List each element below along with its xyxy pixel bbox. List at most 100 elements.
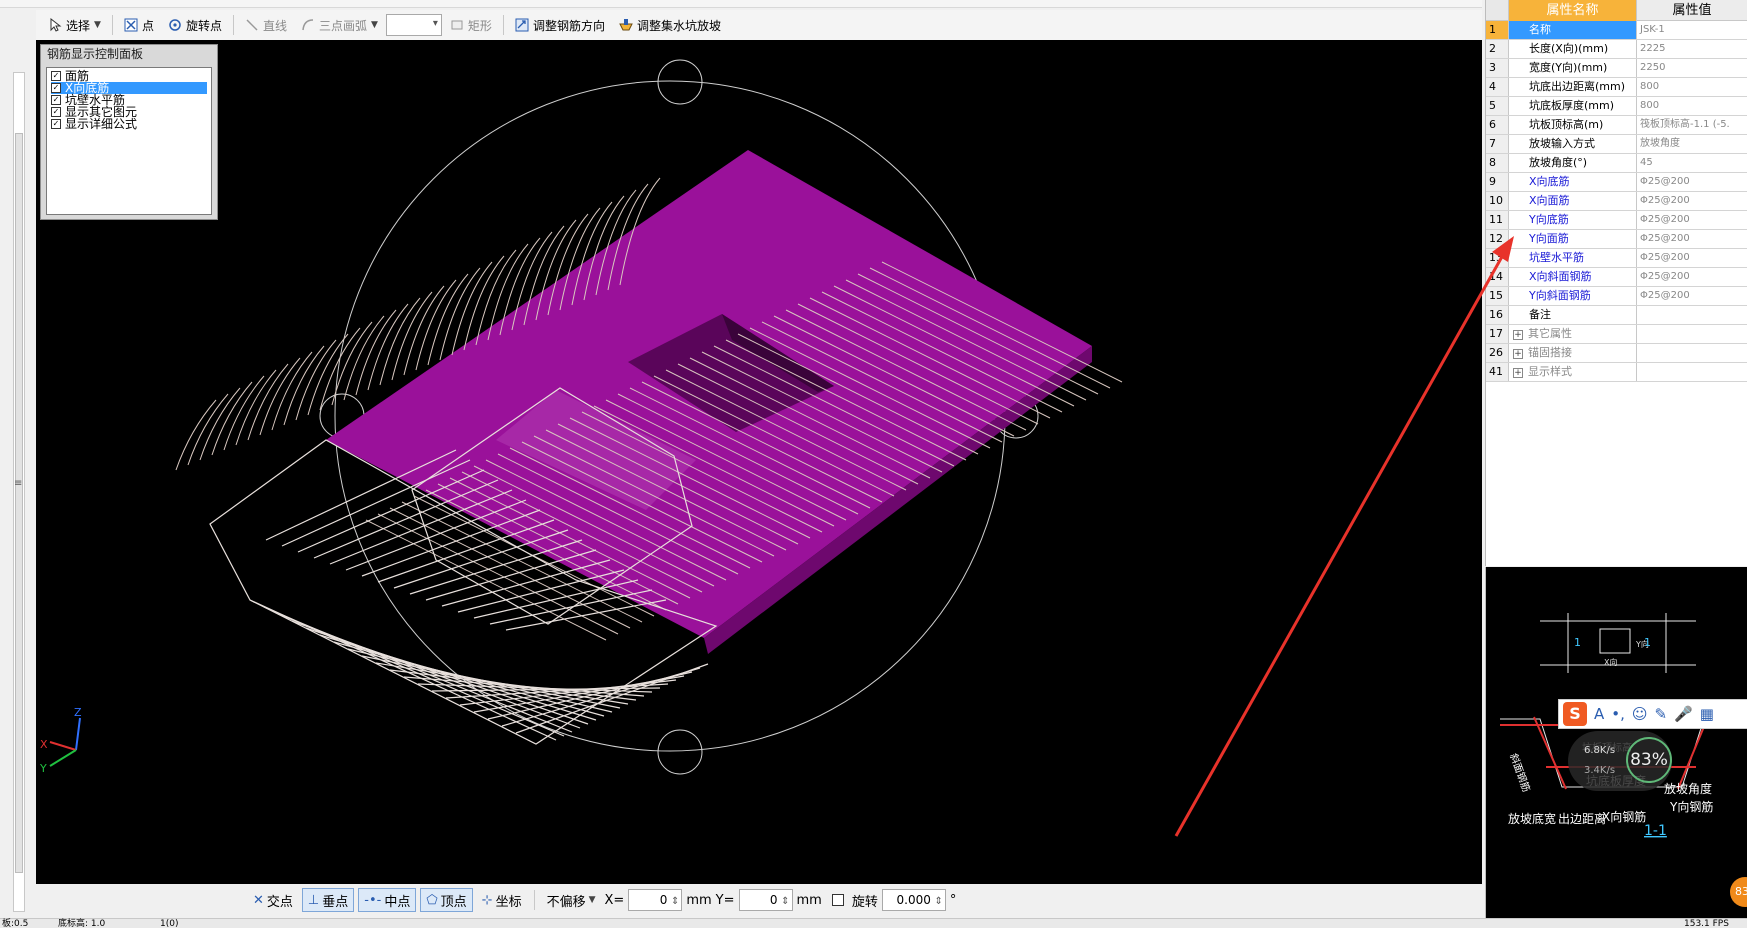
property-value[interactable]: JSK-1 bbox=[1637, 21, 1747, 39]
y-input[interactable]: 0 bbox=[738, 889, 793, 912]
font-icon[interactable]: A bbox=[1594, 705, 1604, 723]
rotate-label: 旋转 bbox=[851, 894, 878, 910]
arc-dropdown-icon[interactable]: ▼ bbox=[371, 20, 378, 30]
left-scrollbar[interactable] bbox=[13, 72, 25, 912]
x-input[interactable]: 0 bbox=[628, 889, 683, 912]
ribbon-edge bbox=[0, 0, 1482, 8]
property-name: + 其它属性 bbox=[1509, 325, 1637, 343]
checkbox[interactable]: ✓ bbox=[51, 107, 61, 117]
rotate-point-icon bbox=[169, 19, 181, 31]
property-value[interactable]: Φ25@200 bbox=[1637, 268, 1747, 286]
sogou-logo-icon[interactable]: S bbox=[1563, 702, 1587, 726]
property-value[interactable]: 2225 bbox=[1637, 40, 1747, 58]
memory-percent: 83% bbox=[1626, 737, 1672, 783]
slope-angle-label: 放坡角度 bbox=[1664, 781, 1712, 796]
property-row[interactable]: 8 放坡角度(°) 45 bbox=[1486, 154, 1747, 173]
offset-mode-select[interactable]: 不偏移 ▼ bbox=[542, 888, 601, 912]
grid-icon[interactable]: ▦ bbox=[1700, 705, 1714, 723]
property-row[interactable]: 4 坑底出边距离(mm) 800 bbox=[1486, 78, 1747, 97]
adjust-slope-button[interactable]: 调整集水坑放坡 bbox=[613, 13, 727, 37]
property-value[interactable]: 筏板顶标高-1.1 (-5. bbox=[1637, 116, 1747, 134]
property-row[interactable]: 26 + 锚固搭接 bbox=[1486, 344, 1747, 363]
expand-icon[interactable]: + bbox=[1513, 349, 1523, 359]
grip-icon[interactable]: ≡ bbox=[14, 478, 22, 489]
property-value[interactable]: 800 bbox=[1637, 78, 1747, 96]
snap-label: 顶点 bbox=[440, 894, 467, 910]
property-row[interactable]: 6 坑板顶标高(m) 筏板顶标高-1.1 (-5. bbox=[1486, 116, 1747, 135]
style-combo[interactable] bbox=[385, 14, 442, 36]
rotate-checkbox[interactable] bbox=[831, 894, 844, 906]
panel-title: 钢筋显示控制面板 bbox=[47, 47, 144, 61]
snap-intersect[interactable]: ✕ 交点 bbox=[248, 888, 298, 912]
property-value[interactable]: Φ25@200 bbox=[1637, 211, 1747, 229]
snap-label: 垂点 bbox=[322, 894, 349, 910]
property-row[interactable]: 1 名称 JSK-1 bbox=[1486, 21, 1747, 40]
checkbox[interactable]: ✓ bbox=[51, 119, 61, 129]
checkbox[interactable]: ✓ bbox=[51, 83, 61, 93]
property-value[interactable]: Φ25@200 bbox=[1637, 249, 1747, 267]
row-number: 15 bbox=[1486, 287, 1509, 305]
snap-vertex[interactable]: ⬠ 顶点 bbox=[420, 888, 473, 912]
property-row[interactable]: 41 + 显示样式 bbox=[1486, 363, 1747, 382]
property-value[interactable] bbox=[1637, 363, 1747, 381]
property-row[interactable]: 16 备注 bbox=[1486, 306, 1747, 325]
property-row[interactable]: 11 Y向底筋 Φ25@200 bbox=[1486, 211, 1747, 230]
property-row[interactable]: 2 长度(X向)(mm) 2225 bbox=[1486, 40, 1747, 59]
plan-sketch bbox=[1540, 613, 1696, 673]
property-name: 坑板顶标高(m) bbox=[1509, 116, 1637, 134]
expand-icon[interactable]: + bbox=[1513, 330, 1523, 340]
select-button[interactable]: 选择 ▼ bbox=[42, 13, 107, 37]
expand-icon[interactable]: + bbox=[1513, 368, 1523, 378]
mic-icon[interactable]: 🎤 bbox=[1674, 705, 1693, 723]
edge-distance-label: 出边距离 bbox=[1558, 811, 1606, 826]
property-value[interactable] bbox=[1637, 325, 1747, 343]
property-value[interactable]: 2250 bbox=[1637, 59, 1747, 77]
snap-coordinate[interactable]: ⊹ 坐标 bbox=[477, 888, 527, 912]
group-label: 显示样式 bbox=[1528, 365, 1572, 378]
property-value[interactable]: Φ25@200 bbox=[1637, 173, 1747, 191]
property-value[interactable]: Φ25@200 bbox=[1637, 192, 1747, 210]
checkbox[interactable]: ✓ bbox=[51, 95, 61, 105]
snap-midpoint[interactable]: -•- 中点 bbox=[358, 888, 417, 912]
point-button[interactable]: 点 bbox=[118, 13, 160, 37]
section-title: 1-1 bbox=[1644, 823, 1667, 839]
property-row[interactable]: 13 坑壁水平筋 Φ25@200 bbox=[1486, 249, 1747, 268]
emoji-icon[interactable]: ☺ bbox=[1632, 705, 1648, 723]
property-value[interactable]: 45 bbox=[1637, 154, 1747, 172]
property-row[interactable]: 17 + 其它属性 bbox=[1486, 325, 1747, 344]
rotate-point-button[interactable]: 旋转点 bbox=[162, 13, 228, 37]
property-value[interactable]: Φ25@200 bbox=[1637, 287, 1747, 305]
property-row[interactable]: 15 Y向斜面钢筋 Φ25@200 bbox=[1486, 287, 1747, 306]
select-dropdown-icon[interactable]: ▼ bbox=[94, 20, 101, 30]
cage-bar bbox=[377, 519, 555, 583]
property-row[interactable]: 5 坑底板厚度(mm) 800 bbox=[1486, 97, 1747, 116]
property-name: 坑底板厚度(mm) bbox=[1509, 97, 1637, 115]
adjust-rebar-button[interactable]: 调整钢筋方向 bbox=[509, 13, 611, 37]
rect-button[interactable]: 矩形 bbox=[444, 13, 498, 37]
property-row[interactable]: 10 X向面筋 Φ25@200 bbox=[1486, 192, 1747, 211]
pen-icon[interactable]: ✎ bbox=[1655, 705, 1668, 723]
punctuation-icon[interactable]: •, bbox=[1611, 705, 1625, 723]
row-number: 12 bbox=[1486, 230, 1509, 248]
property-row[interactable]: 14 X向斜面钢筋 Φ25@200 bbox=[1486, 268, 1747, 287]
property-row[interactable]: 3 宽度(Y向)(mm) 2250 bbox=[1486, 59, 1747, 78]
property-name: 长度(X向)(mm) bbox=[1509, 40, 1637, 58]
property-value[interactable]: Φ25@200 bbox=[1637, 230, 1747, 248]
option-show-formula[interactable]: ✓ 显示详细公式 bbox=[51, 118, 207, 130]
line-label: 直线 bbox=[262, 18, 287, 33]
rotate-input[interactable]: 0.000 bbox=[881, 889, 946, 912]
line-button[interactable]: 直线 bbox=[239, 13, 293, 37]
property-row[interactable]: 12 Y向面筋 Φ25@200 bbox=[1486, 230, 1747, 249]
property-row[interactable]: 7 放坡输入方式 放坡角度 bbox=[1486, 135, 1747, 154]
scrollbar-thumb[interactable] bbox=[15, 133, 23, 873]
snap-perpendicular[interactable]: ⊥ 垂点 bbox=[301, 888, 355, 912]
property-value[interactable] bbox=[1637, 306, 1747, 324]
property-value[interactable]: 放坡角度 bbox=[1637, 135, 1747, 153]
arc-button[interactable]: 三点画弧 ▼ bbox=[295, 13, 384, 37]
3d-viewport[interactable]: Z XY 钢筋显示控制面板 ✓ 面筋 ✓ X向底筋 ✓ 坑壁水平筋 ✓ 显示其它图元 ✓ 显… bbox=[36, 40, 1482, 884]
property-row[interactable]: 9 X向底筋 Φ25@200 bbox=[1486, 173, 1747, 192]
property-value[interactable] bbox=[1637, 344, 1747, 362]
row-number: 41 bbox=[1486, 363, 1509, 381]
property-value[interactable]: 800 bbox=[1637, 97, 1747, 115]
checkbox[interactable]: ✓ bbox=[51, 71, 61, 81]
